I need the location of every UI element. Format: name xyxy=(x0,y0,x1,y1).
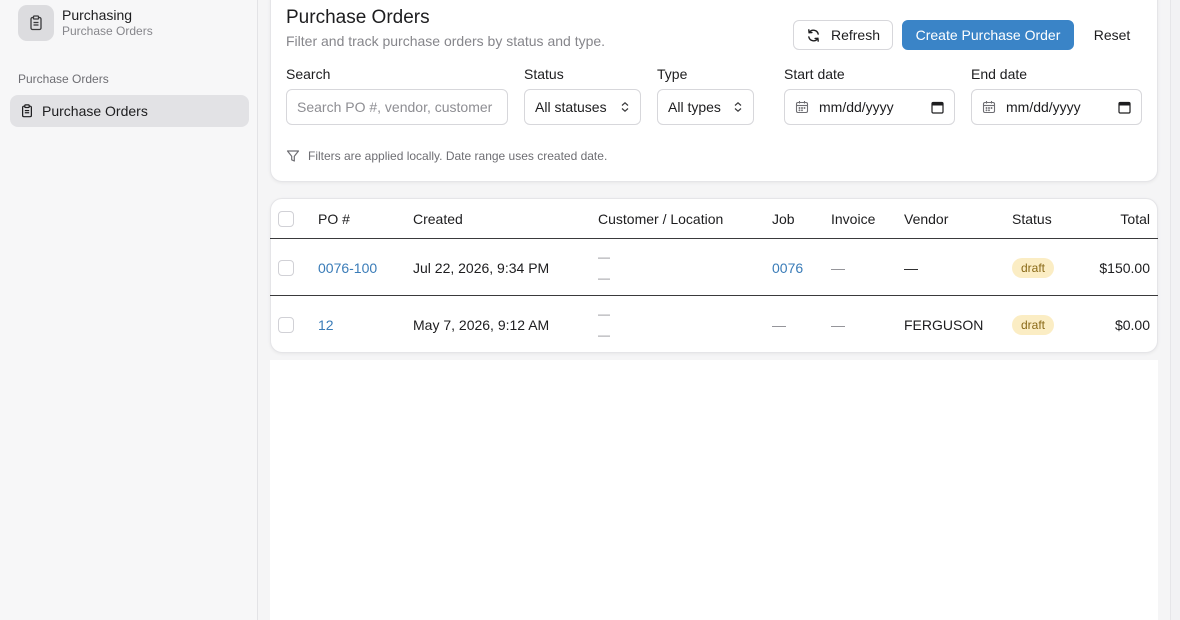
column-header-po[interactable]: PO # xyxy=(318,211,350,227)
end-date-label: End date xyxy=(971,66,1028,82)
type-select[interactable]: All types xyxy=(657,89,754,125)
created-date: Jul 22, 2026, 9:34 PM xyxy=(413,260,550,276)
invoice-value: — xyxy=(831,260,845,276)
row-checkbox[interactable] xyxy=(278,317,294,333)
chevron-up-down-icon xyxy=(620,101,630,113)
column-header-customer-location[interactable]: Customer / Location xyxy=(598,211,723,227)
page-subtitle: Filter and track purchase orders by stat… xyxy=(286,33,606,49)
calendar-picker-icon[interactable] xyxy=(931,101,944,114)
customer-location: — — xyxy=(598,304,610,346)
clipboard-icon xyxy=(20,104,34,118)
end-date-input[interactable]: mm/dd/yyyy xyxy=(971,89,1142,125)
search-input[interactable]: Search PO #, vendor, customer xyxy=(286,89,508,125)
row-checkbox[interactable] xyxy=(278,260,294,276)
calendar-icon xyxy=(982,100,996,114)
sidebar-item-label: Purchase Orders xyxy=(42,103,148,119)
content-blank-area xyxy=(270,360,1158,620)
job-value: — xyxy=(772,317,786,333)
search-label: Search xyxy=(286,66,331,82)
filter-note: Filters are applied locally. Date range … xyxy=(286,149,607,163)
invoice-value: — xyxy=(831,317,845,333)
refresh-button[interactable]: Refresh xyxy=(793,20,893,50)
location-value: — xyxy=(598,328,610,342)
filter-note-text: Filters are applied locally. Date range … xyxy=(308,149,608,163)
calendar-icon xyxy=(795,100,809,114)
refresh-icon xyxy=(806,28,821,43)
row-divider xyxy=(270,295,1158,296)
po-number-link[interactable]: 0076-100 xyxy=(318,260,377,276)
reset-button[interactable]: Reset xyxy=(1082,20,1142,50)
filter-icon xyxy=(286,149,300,163)
create-purchase-order-button[interactable]: Create Purchase Order xyxy=(902,20,1074,50)
customer-location: — — xyxy=(598,247,610,289)
start-date-value: mm/dd/yyyy xyxy=(819,99,894,115)
status-select-value: All statuses xyxy=(535,99,607,115)
column-header-status[interactable]: Status xyxy=(1012,211,1052,227)
header-divider xyxy=(270,238,1158,239)
clipboard-icon xyxy=(18,5,54,41)
app-title: Purchasing xyxy=(62,7,133,23)
location-value: — xyxy=(598,271,610,285)
status-select[interactable]: All statuses xyxy=(524,89,641,125)
chevron-up-down-icon xyxy=(733,101,743,113)
column-header-total[interactable]: Total xyxy=(1090,211,1150,227)
page-title: Purchase Orders xyxy=(286,7,430,28)
sidebar: Purchasing Purchase Orders Purchase Orde… xyxy=(0,0,258,620)
total-value: $150.00 xyxy=(1099,260,1150,276)
column-header-job[interactable]: Job xyxy=(772,211,795,227)
calendar-picker-icon[interactable] xyxy=(1118,101,1131,114)
sidebar-item-purchase-orders[interactable]: Purchase Orders xyxy=(10,95,249,127)
vendor-value: — xyxy=(904,260,918,276)
status-badge: draft xyxy=(1012,258,1055,278)
sidebar-section-label: Purchase Orders xyxy=(18,72,109,86)
column-header-vendor[interactable]: Vendor xyxy=(904,211,948,227)
job-link[interactable]: 0076 xyxy=(772,260,803,276)
column-header-created[interactable]: Created xyxy=(413,211,463,227)
vendor-value: FERGUSON xyxy=(904,317,984,333)
select-all-checkbox[interactable] xyxy=(278,211,294,227)
column-header-invoice[interactable]: Invoice xyxy=(831,211,875,227)
created-date: May 7, 2026, 9:12 AM xyxy=(413,317,550,333)
customer-value: — xyxy=(598,307,610,321)
app-subtitle: Purchase Orders xyxy=(62,24,153,38)
total-value: $0.00 xyxy=(1114,317,1150,333)
po-number-link[interactable]: 12 xyxy=(318,317,334,333)
status-label: Status xyxy=(524,66,564,82)
start-date-input[interactable]: mm/dd/yyyy xyxy=(784,89,955,125)
end-date-value: mm/dd/yyyy xyxy=(1006,99,1081,115)
type-select-value: All types xyxy=(668,99,721,115)
type-label: Type xyxy=(657,66,688,82)
refresh-label: Refresh xyxy=(830,27,881,43)
status-badge: draft xyxy=(1012,315,1055,335)
customer-value: — xyxy=(598,250,610,264)
app-brand: Purchasing Purchase Orders xyxy=(18,5,153,41)
scrollbar-track[interactable] xyxy=(1170,0,1180,620)
start-date-label: Start date xyxy=(784,66,845,82)
